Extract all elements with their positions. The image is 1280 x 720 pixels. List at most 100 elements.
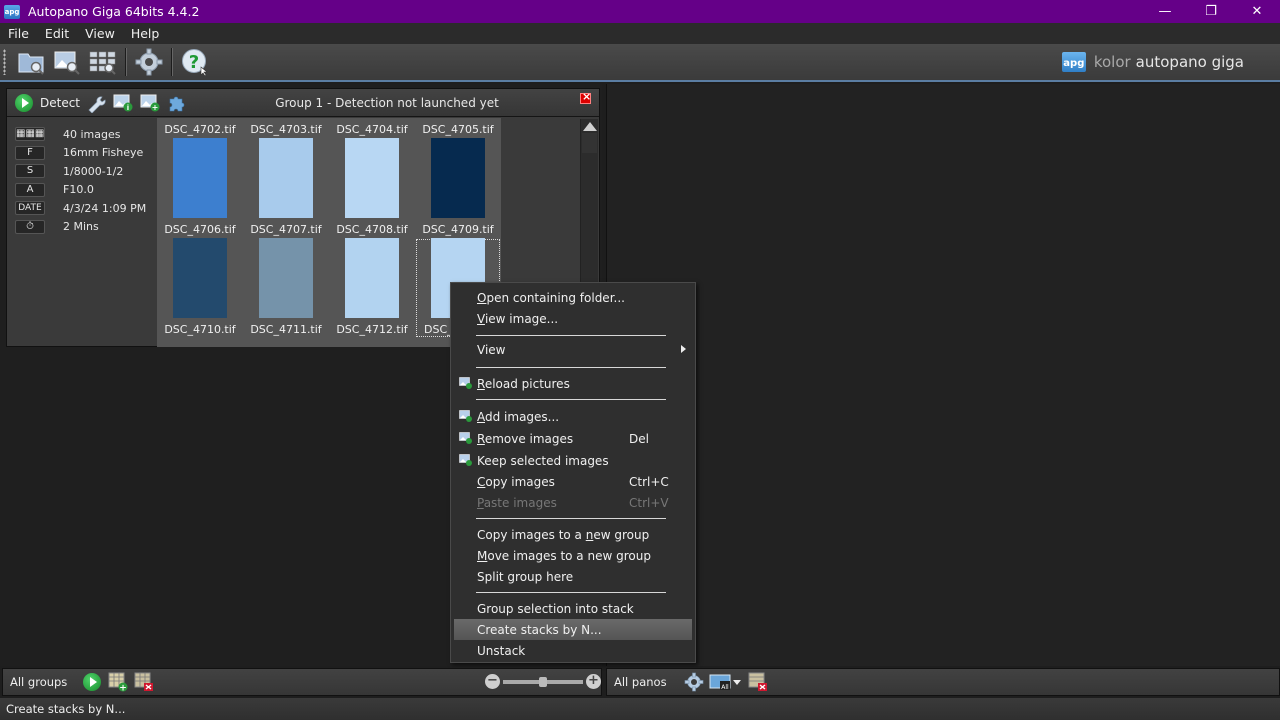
- pano-settings-button[interactable]: [683, 672, 705, 692]
- menu-item-label: View: [477, 342, 506, 357]
- detect-grid-button[interactable]: [87, 46, 119, 78]
- scrollbar-thumb[interactable]: [582, 133, 597, 153]
- menu-item-label: Keep selected images: [477, 453, 609, 468]
- image-info-button[interactable]: i: [112, 93, 134, 113]
- thumbnail-item[interactable]: DSC_4710.tif: [157, 238, 243, 338]
- menu-item-label: Copy images to a new group: [477, 527, 650, 542]
- play-icon: [83, 673, 102, 691]
- info-value: 2 Mins: [63, 220, 99, 234]
- menu-item-remove-images[interactable]: Remove images Del: [454, 428, 692, 449]
- add-group-button[interactable]: +: [107, 672, 129, 692]
- thumbnail-item[interactable]: DSC_4712.tif: [329, 238, 415, 338]
- zoom-in-button[interactable]: +: [586, 674, 601, 689]
- thumbnail-filename: DSC_4702.tif: [164, 123, 236, 136]
- svg-text:+: +: [120, 684, 128, 693]
- render-all-button[interactable]: All: [709, 672, 743, 692]
- wrench-icon: [88, 95, 106, 113]
- close-button[interactable]: ✕: [1234, 0, 1280, 23]
- thumbnail-image: [431, 138, 485, 218]
- thumbnail-item[interactable]: DSC_4704.tif: [329, 118, 415, 138]
- menu-item-label: Open containing folder...: [477, 290, 625, 305]
- menu-item-keep-selected-images[interactable]: Keep selected images: [454, 450, 692, 471]
- detect-label: Detect: [40, 95, 81, 110]
- window-title: Autopano Giga 64bits 4.4.2: [28, 4, 200, 19]
- settings-gear-icon: [135, 48, 163, 76]
- toolbar-grip[interactable]: [3, 49, 6, 75]
- menu-item-unstack[interactable]: Unstack: [454, 640, 692, 661]
- menu-item-split-group-here[interactable]: Split group here: [454, 566, 692, 587]
- zoom-out-button[interactable]: −: [485, 674, 500, 689]
- menu-item-label: Move images to a new group: [477, 548, 651, 563]
- menu-item-move-images-to-a-new-group[interactable]: Move images to a new group: [454, 545, 692, 566]
- thumbnail-item[interactable]: DSC_4706.tif: [157, 138, 243, 238]
- group-info: ▦▦▦ 40 images F 16mm Fisheye S 1/8000-1/…: [15, 125, 155, 236]
- menu-item-reload-pictures[interactable]: Reload pictures: [454, 373, 692, 394]
- submenu-arrow-icon: [681, 345, 686, 353]
- menu-view[interactable]: View: [77, 26, 123, 41]
- render-all-icon: All: [709, 674, 741, 691]
- thumbnail-item[interactable]: DSC_4708.tif: [329, 138, 415, 238]
- thumbnail-item[interactable]: DSC_4702.tif: [157, 118, 243, 138]
- menu-item-copy-images-to-a-new-group[interactable]: Copy images to a new group: [454, 524, 692, 545]
- info-value: 4/3/24 1:09 PM: [63, 201, 147, 215]
- thumbnail-item[interactable]: DSC_4703.tif: [243, 118, 329, 138]
- zoom-slider-handle[interactable]: [539, 676, 547, 687]
- thumbnail-item[interactable]: DSC_4705.tif: [415, 118, 501, 138]
- zoom-slider[interactable]: [503, 676, 583, 687]
- thumbnail-image: [259, 138, 313, 218]
- thumbnail-zoom-control: − +: [485, 674, 601, 689]
- open-images-button[interactable]: [51, 46, 83, 78]
- scroll-up-arrow-icon[interactable]: [583, 122, 597, 131]
- add-images-button[interactable]: +: [139, 93, 161, 113]
- date-badge: DATE: [15, 201, 45, 216]
- toolbar-separator: [171, 48, 173, 76]
- menu-item-copy-images[interactable]: Copy images Ctrl+C: [454, 471, 692, 492]
- remove-pano-button[interactable]: [747, 672, 769, 692]
- help-button[interactable]: ?: [179, 46, 211, 78]
- settings-button[interactable]: [133, 46, 165, 78]
- menu-item-group-selection-into-stack[interactable]: Group selection into stack: [454, 598, 692, 619]
- info-value: 16mm Fisheye: [63, 146, 144, 160]
- remove-group-button[interactable]: [133, 672, 155, 692]
- menu-help[interactable]: Help: [123, 26, 168, 41]
- group-close-button[interactable]: [580, 90, 591, 104]
- grid-icon: ▦▦▦: [15, 127, 45, 142]
- group-settings-button[interactable]: [85, 93, 107, 113]
- puzzle-icon: [169, 96, 185, 111]
- info-focal: F 16mm Fisheye: [15, 144, 155, 163]
- brand-kolor: kolor: [1093, 53, 1131, 71]
- title-bar: apg Autopano Giga 64bits 4.4.2 — ❐ ✕: [0, 0, 1280, 23]
- play-icon: [15, 93, 33, 112]
- menu-file[interactable]: File: [0, 26, 37, 41]
- group-header: Detect i + Group 1 - Detection not launc…: [7, 89, 599, 117]
- panos-area[interactable]: [606, 84, 1280, 666]
- remove-pano-icon: [748, 672, 767, 691]
- restore-button[interactable]: ❐: [1188, 0, 1234, 23]
- thumbnail-item[interactable]: DSC_4709.tif: [415, 138, 501, 238]
- detect-button[interactable]: Detect: [15, 93, 81, 112]
- menu-item-view[interactable]: View: [454, 339, 692, 360]
- menu-item-paste-images[interactable]: Paste images Ctrl+V: [454, 492, 692, 513]
- menu-item-open-containing-folder[interactable]: Open containing folder...: [454, 287, 692, 308]
- detect-all-button[interactable]: [81, 672, 103, 692]
- thumbnail-filename: DSC_4709.tif: [422, 223, 494, 236]
- plugin-button[interactable]: [166, 93, 188, 113]
- menu-item-label: View image...: [477, 311, 559, 326]
- thumbnail-item[interactable]: DSC_4711.tif: [243, 238, 329, 338]
- menu-item-shortcut: Del: [629, 431, 649, 446]
- thumbnail-image: [173, 138, 227, 218]
- menu-edit[interactable]: Edit: [37, 26, 77, 41]
- open-folder-button[interactable]: [15, 46, 47, 78]
- thumbnail-item[interactable]: DSC_4707.tif: [243, 138, 329, 238]
- menu-bar: File Edit View Help: [0, 23, 1280, 44]
- help-icon: ?: [182, 49, 208, 76]
- menu-item-view-image[interactable]: View image...: [454, 308, 692, 329]
- menu-item-create-stacks-by-n[interactable]: Create stacks by N...: [454, 619, 692, 640]
- brand-logo-area: apg kolor autopano giga: [1061, 52, 1244, 72]
- svg-text:i: i: [127, 104, 129, 112]
- toolbar-separator: [125, 48, 127, 76]
- menu-item-add-images[interactable]: Add images...: [454, 406, 692, 427]
- menu-item-shortcut: Ctrl+C: [629, 474, 669, 489]
- thumbnail-filename: DSC_4707.tif: [250, 223, 322, 236]
- minimize-button[interactable]: —: [1142, 0, 1188, 23]
